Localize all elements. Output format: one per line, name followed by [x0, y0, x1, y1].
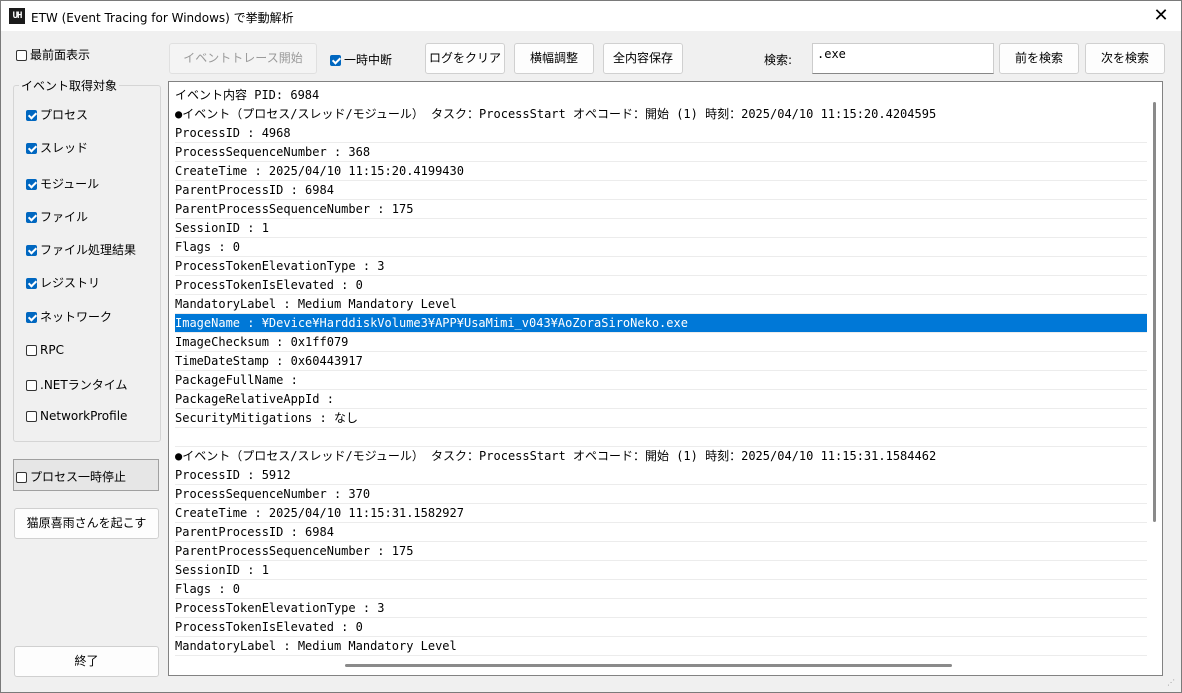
log-line: ProcessID : 5912: [175, 466, 1147, 485]
log-line: ParentProcessID : 6984: [175, 181, 1147, 200]
checkbox-icon: [26, 278, 37, 289]
log-line: SecurityMitigations : なし: [175, 409, 1147, 428]
log-line: イベント内容 PID: 6984: [175, 88, 320, 102]
log-line: ProcessSequenceNumber : 368: [175, 143, 1147, 162]
wake-button[interactable]: 猫原喜雨さんを起こす: [14, 508, 159, 539]
event-target-checkbox[interactable]: RPC: [26, 343, 64, 357]
event-target-label: ファイル: [40, 210, 89, 224]
log-line: CreateTime : 2025/04/10 11:15:20.4199430: [175, 162, 1147, 181]
log-line: ●イベント（プロセス/スレッド/モジュール） タスク：ProcessStart …: [175, 107, 937, 121]
event-log-textbox[interactable]: MandatoryLabel : Medium Mandatory Level P…: [168, 81, 1163, 676]
log-line: ProcessTokenElevationType : 3: [175, 257, 1147, 276]
topmost-check-icon: [16, 50, 27, 61]
process-pause-check-icon: [16, 472, 27, 483]
event-target-checkbox[interactable]: NetworkProfile: [26, 409, 127, 423]
search-input[interactable]: .exe: [812, 43, 994, 74]
event-target-checkbox[interactable]: ファイル: [26, 208, 88, 225]
event-target-label: スレッド: [40, 141, 89, 155]
event-target-label: ネットワーク: [40, 310, 113, 324]
log-line: ProcessTokenIsElevated : 0: [175, 618, 1147, 637]
log-line: ProcessTokenIsElevated : 0: [175, 276, 1147, 295]
title-bar: UH ETW (Event Tracing for Windows) で挙動解析…: [1, 1, 1181, 31]
event-target-checkbox[interactable]: .NETランタイム: [26, 376, 127, 393]
log-line: [175, 428, 1147, 447]
log-line: TimeDateStamp : 0x60443917: [175, 352, 1147, 371]
log-line: ProcessTokenElevationType : 3: [175, 599, 1147, 618]
event-target-label: レジストリ: [40, 276, 101, 290]
event-target-label: RPC: [40, 343, 64, 357]
checkbox-icon: [26, 312, 37, 323]
event-target-label: NetworkProfile: [40, 409, 128, 423]
log-line: Flags : 0: [175, 238, 1147, 257]
process-pause-checkbox[interactable]: プロセス一時停止: [16, 468, 126, 485]
checkbox-icon: [26, 179, 37, 190]
search-prev-button[interactable]: 前を検索: [999, 43, 1079, 74]
log-line: ParentProcessID : 6984: [175, 523, 1147, 542]
suspend-check-icon: [330, 55, 341, 66]
suspend-label: 一時中断: [344, 53, 393, 67]
suspend-checkbox[interactable]: 一時中断: [330, 51, 392, 68]
process-pause-panel: プロセス一時停止: [13, 459, 159, 491]
log-line: PackageRelativeAppId :: [175, 390, 1147, 409]
topmost-checkbox[interactable]: 最前面表示: [16, 46, 90, 63]
event-target-label: モジュール: [40, 177, 100, 191]
log-line: PackageFullName :: [175, 371, 1147, 390]
event-target-checkbox[interactable]: ネットワーク: [26, 308, 112, 325]
vertical-scrollbar[interactable]: [1153, 102, 1156, 522]
checkbox-icon: [26, 110, 37, 121]
event-target-checkbox[interactable]: レジストリ: [26, 274, 100, 291]
event-target-label: .NETランタイム: [40, 378, 128, 392]
resize-grip-icon[interactable]: ⋰: [1167, 678, 1177, 688]
log-line: ●イベント（プロセス/スレッド/モジュール） タスク：ProcessStart …: [175, 449, 937, 463]
checkbox-icon: [26, 345, 37, 356]
log-line: MandatoryLabel : Medium Mandatory Level: [175, 295, 1147, 314]
app-icon: UH: [9, 8, 25, 24]
event-target-checkbox[interactable]: プロセス: [26, 106, 88, 123]
log-line: ParentProcessSequenceNumber : 175: [175, 200, 1147, 219]
fit-width-button[interactable]: 横幅調整: [514, 43, 594, 74]
event-target-label: ファイル処理結果: [40, 243, 137, 257]
event-target-checkbox[interactable]: ファイル処理結果: [26, 241, 136, 258]
search-next-button[interactable]: 次を検索: [1085, 43, 1165, 74]
event-target-label: プロセス: [40, 108, 89, 122]
checkbox-icon: [26, 143, 37, 154]
topmost-label: 最前面表示: [30, 48, 91, 62]
log-line: SessionID : 1: [175, 561, 1147, 580]
close-button[interactable]: ✕: [1141, 1, 1181, 31]
checkbox-icon: [26, 245, 37, 256]
log-line: CreateTime : 2025/04/10 11:15:31.1582927: [175, 504, 1147, 523]
checkbox-icon: [26, 380, 37, 391]
search-label: 検索:: [764, 53, 793, 67]
log-line: MandatoryLabel : Medium Mandatory Level: [175, 637, 1147, 656]
clear-log-button[interactable]: ログをクリア: [425, 43, 505, 74]
horizontal-scrollbar[interactable]: [345, 664, 952, 667]
log-line: Flags : 0: [175, 580, 1147, 599]
save-all-button[interactable]: 全内容保存: [603, 43, 683, 74]
log-line: SessionID : 1: [175, 219, 1147, 238]
log-line: ImageName : ¥Device¥HarddiskVolume3¥APP¥…: [175, 314, 1147, 333]
log-line: ParentProcessSequenceNumber : 175: [175, 542, 1147, 561]
main-window: UH ETW (Event Tracing for Windows) で挙動解析…: [0, 0, 1182, 693]
event-target-group-title: イベント取得対象: [19, 77, 120, 94]
window-title: ETW (Event Tracing for Windows) で挙動解析: [31, 11, 294, 25]
checkbox-icon: [26, 411, 37, 422]
log-line: ProcessSequenceNumber : 370: [175, 485, 1147, 504]
process-pause-label: プロセス一時停止: [30, 470, 127, 484]
log-line: ProcessID : 4968: [175, 124, 1147, 143]
start-trace-button[interactable]: イベントトレース開始: [169, 43, 317, 74]
checkbox-icon: [26, 212, 37, 223]
log-line: ImageChecksum : 0x1ff079: [175, 333, 1147, 352]
event-target-checkbox[interactable]: モジュール: [26, 175, 99, 192]
event-target-checkbox[interactable]: スレッド: [26, 139, 88, 156]
exit-button[interactable]: 終了: [14, 646, 159, 677]
